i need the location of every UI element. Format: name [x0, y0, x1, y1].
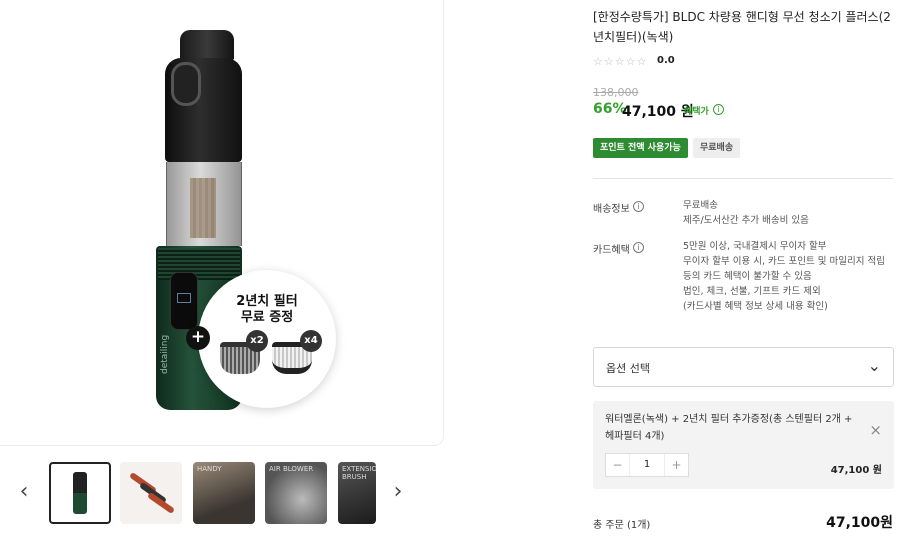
card-benefit-label: 카드혜택: [593, 245, 630, 256]
free-shipping-tag: 무료배송: [693, 138, 741, 158]
main-product-image: detailing 2년치 필터 무료 증정 + x2 x4: [0, 0, 444, 446]
vacuum-filter: [190, 178, 216, 238]
promo-title: 2년치 필터 무료 증정: [236, 294, 298, 325]
thumbnail-strip: ‹ HANDY AIR BLOWER EXTENSION BRUSH ›: [0, 458, 444, 530]
selected-option-name: 워터멜론(녹색) + 2년치 필터 추가증정(총 스텐필터 2개 + 헤파필터 …: [605, 414, 853, 442]
thumbnail-2[interactable]: [120, 462, 182, 524]
selected-option-box: 워터멜론(녹색) + 2년치 필터 추가증정(총 스텐필터 2개 + 헤파필터 …: [593, 401, 894, 489]
vacuum-display: [170, 272, 198, 330]
rating-value: 0.0: [657, 55, 675, 66]
chevron-right-icon[interactable]: ›: [386, 478, 410, 506]
benefit-price-link[interactable]: 혜택가: [684, 104, 709, 117]
decrease-quantity-button[interactable]: −: [606, 454, 630, 476]
increase-quantity-button[interactable]: +: [664, 454, 688, 476]
total-price: 47,100원: [826, 515, 893, 531]
product-title: [한정수량특가] BLDC 차량용 핸디형 무선 청소기 플러스(2년치필터)(…: [593, 10, 891, 44]
thumbnail-3[interactable]: HANDY: [193, 462, 255, 524]
thumbnail-5[interactable]: EXTENSION BRUSH: [338, 462, 376, 524]
option-select-label: 옵션 선택: [606, 362, 650, 375]
brand-logo: detailing: [160, 334, 170, 374]
card-benefit-info: 5만원 이상, 국내결제시 무이자 할부 무이자 할부 이용 시, 카드 포인트…: [683, 241, 885, 312]
star-rating-icon: ☆☆☆☆☆: [593, 55, 648, 68]
vacuum-nozzle: [180, 30, 234, 60]
shipping-label: 배송정보: [593, 204, 630, 215]
chevron-left-icon[interactable]: ‹: [12, 478, 36, 506]
vacuum-power-button: [171, 62, 201, 106]
quantity-stepper: − +: [605, 453, 689, 477]
point-usable-tag: 포인트 전액 사용가능: [593, 138, 688, 158]
quantity-input[interactable]: [630, 454, 664, 476]
plus-icon: +: [186, 326, 210, 350]
info-icon[interactable]: i: [633, 242, 644, 253]
quantity-badge-x4: x4: [300, 330, 322, 352]
shipping-info: 무료배송 제주/도서산간 추가 배송비 있음: [683, 200, 809, 226]
total-order-label: 총 주문 (1개): [593, 520, 651, 531]
divider: [593, 178, 893, 179]
chevron-down-icon: ⌄: [867, 356, 881, 375]
thumbnail-4[interactable]: AIR BLOWER: [265, 462, 327, 524]
info-icon[interactable]: i: [633, 201, 644, 212]
sale-price: 47,100 원: [622, 104, 694, 120]
option-select-dropdown[interactable]: 옵션 선택 ⌄: [593, 347, 894, 387]
close-icon[interactable]: ×: [869, 421, 882, 439]
promo-badge: 2년치 필터 무료 증정 + x2 x4: [186, 270, 336, 408]
info-icon[interactable]: i: [713, 104, 724, 115]
thumbnail-1[interactable]: [49, 462, 111, 524]
selected-option-price: 47,100 원: [830, 465, 882, 476]
original-price: 138,000: [593, 86, 639, 99]
quantity-badge-x2: x2: [246, 330, 268, 352]
